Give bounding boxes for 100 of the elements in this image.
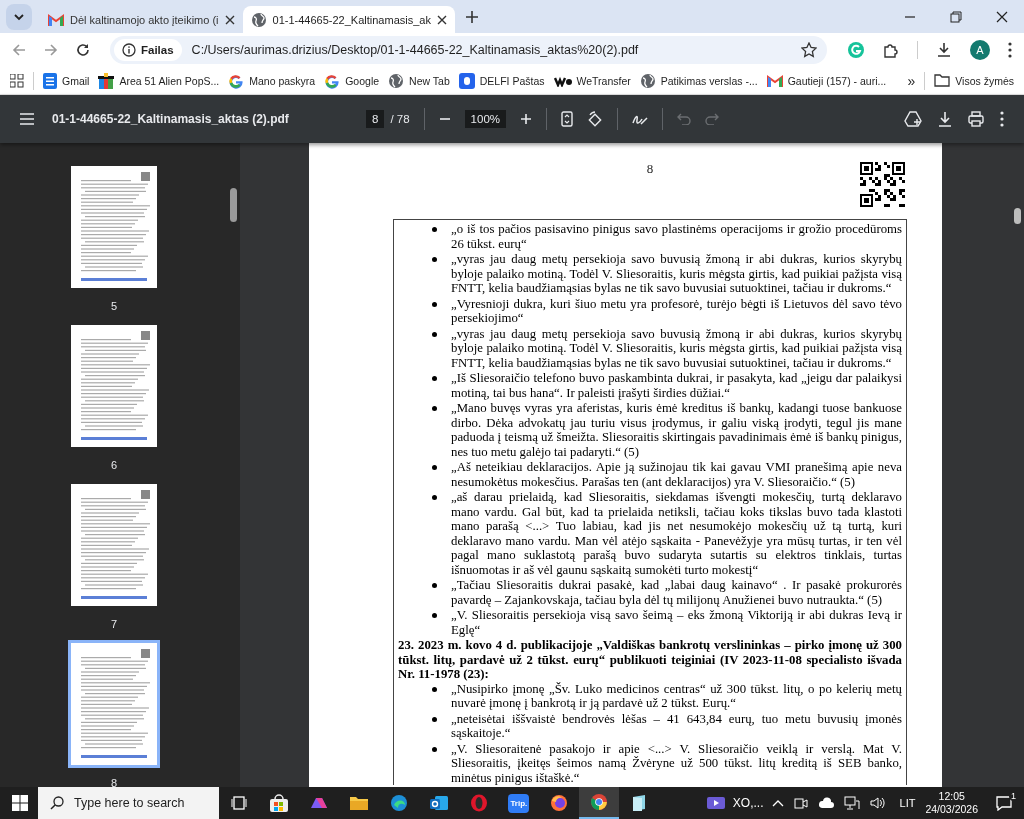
- menu-icon[interactable]: [20, 113, 34, 125]
- address-bar[interactable]: Failas C:/Users/aurimas.drizius/Desktop/01-1-44665-22_Kaltinamasis_aktas%20(2).pdf: [110, 36, 827, 64]
- windows-logo-icon[interactable]: [12, 795, 28, 811]
- drive-add-icon[interactable]: [904, 111, 922, 127]
- cloud-icon[interactable]: [817, 797, 834, 809]
- rotate-icon[interactable]: [587, 111, 603, 127]
- forward-arrow-icon[interactable]: [44, 43, 58, 57]
- fox-logo-icon: [549, 794, 568, 812]
- folder-icon: [348, 795, 369, 811]
- video-icon: [706, 797, 725, 809]
- profile-avatar[interactable]: A: [970, 40, 990, 60]
- taskbar-window-button[interactable]: XO,...: [698, 787, 772, 819]
- zoom-field[interactable]: 100%: [464, 110, 506, 128]
- page-number-field[interactable]: 8: [366, 110, 385, 128]
- apps-grid-icon[interactable]: [10, 73, 24, 88]
- bookmark[interactable]: Gautieji (157) - auri...: [766, 74, 887, 87]
- google-icon: [228, 72, 245, 89]
- close-icon[interactable]: [224, 14, 235, 25]
- meet-icon[interactable]: [793, 796, 808, 810]
- quoted-statement: „Vyresnioji dukra, kuri šiuo metu yra profesorė, turėjo bėgti iš Lietuvos dėl savo tėvo persekiojimo“: [451, 296, 902, 326]
- site-info-chip[interactable]: Failas: [114, 39, 182, 61]
- print-icon[interactable]: [968, 111, 984, 127]
- quoted-statement: „Aš neteikiau deklaracijos. Apie ją sužinojau tik kai gavau VMI pranešimą apie neva nesumokėtus mokesčius. Parašas ten (ant deklaracijos) yra V. Sliesoraičio.“ (5): [451, 460, 902, 489]
- new-tab-icon[interactable]: [464, 9, 479, 24]
- tab-title: Dėl kaltinamojo akto įteikimo (i: [70, 13, 219, 26]
- bookmark-folder[interactable]: Visos žymės: [934, 74, 1024, 87]
- bookmark[interactable]: Mano paskyra: [228, 72, 316, 89]
- zoom-in-icon[interactable]: [520, 113, 532, 125]
- wave-logo-icon: [389, 794, 408, 812]
- bookmark[interactable]: Area 51 Alien PopS...: [98, 72, 220, 89]
- clock-time: 12:05: [938, 790, 965, 803]
- folder-icon: [934, 74, 951, 87]
- section-heading: 23. 2023 m. kovo 4 d. publikacijoje „Valdiškas bankrotų verslininkas – pirko įmonę už 300 tūkst. litų, pardavė už 2 tūkst. eurų“ publikuoti teiginiai (IV 2023-11-08 specialisto išvada Nr. 11-1978 (23):: [398, 638, 902, 682]
- search-icon: [50, 796, 64, 810]
- reload-icon[interactable]: [76, 43, 90, 57]
- page-thumbnail[interactable]: [68, 163, 160, 291]
- browser-tab[interactable]: Dėl kaltinamojo akto įteikimo (i: [40, 6, 243, 33]
- page-thumbnail[interactable]: [68, 322, 160, 450]
- taskbar-app[interactable]: [578, 787, 619, 819]
- quoted-statement: „V. Sliesoraitenė pasakojo ir apie <...> V. Sliesoraičio veiklą ir verslą. Mat V. Sliesoraitis, įkeitęs šeimos namą Žvėryne už 500 tūkst. litų kreditą iš SEB banko, minėtus pinigus ištaškė.“: [451, 741, 902, 785]
- more-bookmarks-button[interactable]: »: [907, 72, 916, 89]
- fit-page-icon[interactable]: [561, 111, 573, 127]
- page-thumbnail[interactable]: [68, 481, 160, 609]
- task-view-icon: [230, 796, 247, 810]
- page-number: 8: [646, 161, 654, 178]
- bullet-icon: [432, 301, 437, 307]
- ring-logo-icon: [469, 794, 488, 812]
- clock[interactable]: 12:05 24/03/2026: [925, 790, 978, 816]
- quoted-statement: „Mano buvęs vyras yra aferistas, kuris ėmė kreditus iš bankų, kadangi tuose bankuose dirbo. Dėka advokatų jau turiu visus įrodymus, ir galiu viską įrodyti, tegul jis mane paduoda į teismą už šmeižta. Sliesoraitis skirtingais pavadinimais ėmė iš bankų pinigus, nes tuo metu galėjo tai padaryti.“ (5): [451, 401, 902, 459]
- globe-icon: [639, 72, 656, 89]
- quoted-statement: „Nusipirko įmonę „Šv. Luko medicinos centras“ už 300 tūkst. litų, o po kelerių metų nuvarė įmonę į bankrotą ir ją pardavė už 2 tūkst. Eurų.“: [451, 681, 902, 711]
- more-icon[interactable]: [1000, 111, 1004, 127]
- bookmark[interactable]: Gmail: [43, 72, 90, 89]
- info-icon: [122, 43, 136, 57]
- back-arrow-icon[interactable]: [12, 43, 26, 57]
- scrollbar-thumb[interactable]: [230, 188, 237, 222]
- star-icon[interactable]: [801, 42, 817, 58]
- bullet-icon: [432, 406, 437, 411]
- download-icon[interactable]: [936, 42, 952, 58]
- page-number-label: 5: [110, 300, 118, 312]
- bookmark[interactable]: WeTransfer: [553, 74, 631, 87]
- bullet-icon: [432, 227, 437, 232]
- chat-icon: [996, 795, 1012, 811]
- page-number-label: 7: [110, 618, 118, 630]
- language-indicator[interactable]: LIT: [899, 797, 916, 809]
- bookmark[interactable]: DELFI Paštas: [458, 72, 545, 89]
- chip-label: Failas: [141, 44, 174, 56]
- restore-icon[interactable]: [950, 10, 962, 23]
- globe-icon: [388, 72, 405, 89]
- close-icon[interactable]: [996, 10, 1008, 23]
- mail-app-icon: [428, 794, 449, 812]
- round-logo-icon: [589, 793, 608, 811]
- close-icon[interactable]: [436, 14, 447, 25]
- network-icon[interactable]: [843, 796, 860, 810]
- tab-title: 01-1-44665-22_Kaltinamasis_ak: [272, 13, 431, 26]
- browser-tab[interactable]: 01-1-44665-22_Kaltinamasis_ak: [242, 6, 455, 33]
- square-logo-icon: [458, 72, 475, 89]
- bullet-icon: [432, 257, 437, 262]
- quoted-statement: „vyras jau daug metų persekioja savo buvusią žmoną ir abi dukras, kurios skyrybų byloje palaiko motiną. Todėl V. Sliesoraitis, kuris mėgsta girtis, kad puikiai pažįsta visą FNTT, kelia baudžiamąsias bylas ne tik savo buvusiai sutuoktinei, tačiau ir dukroms.“: [451, 326, 902, 370]
- taskbar-app[interactable]: Trip.: [498, 787, 539, 819]
- puzzle-icon[interactable]: [883, 42, 899, 58]
- bullet-icon: [432, 376, 437, 381]
- gift-icon: [98, 72, 115, 89]
- bookmark[interactable]: New Tab: [388, 72, 450, 89]
- speaker-icon[interactable]: [869, 796, 886, 810]
- page-thumbnail[interactable]: [68, 640, 160, 768]
- bullet-icon: [432, 716, 437, 722]
- search-field[interactable]: Type here to search: [38, 787, 219, 819]
- document-title: 01-1-44665-22_Kaltinamasis_aktas (2).pdf: [52, 112, 290, 126]
- page-number-label: 8: [110, 777, 118, 787]
- notification-count: 1: [1009, 790, 1018, 801]
- google-icon: [324, 72, 341, 89]
- page-number-label: 6: [110, 459, 118, 471]
- bookmark[interactable]: Google: [324, 72, 380, 89]
- bookmark[interactable]: Patikimas verslas -...: [639, 72, 758, 89]
- chevron-up-icon[interactable]: [771, 799, 784, 807]
- scrollbar-thumb[interactable]: [1014, 208, 1021, 224]
- app-logo-text: Trip.: [508, 793, 530, 813]
- more-icon[interactable]: [1008, 42, 1012, 58]
- tab-search-icon[interactable]: [6, 3, 32, 30]
